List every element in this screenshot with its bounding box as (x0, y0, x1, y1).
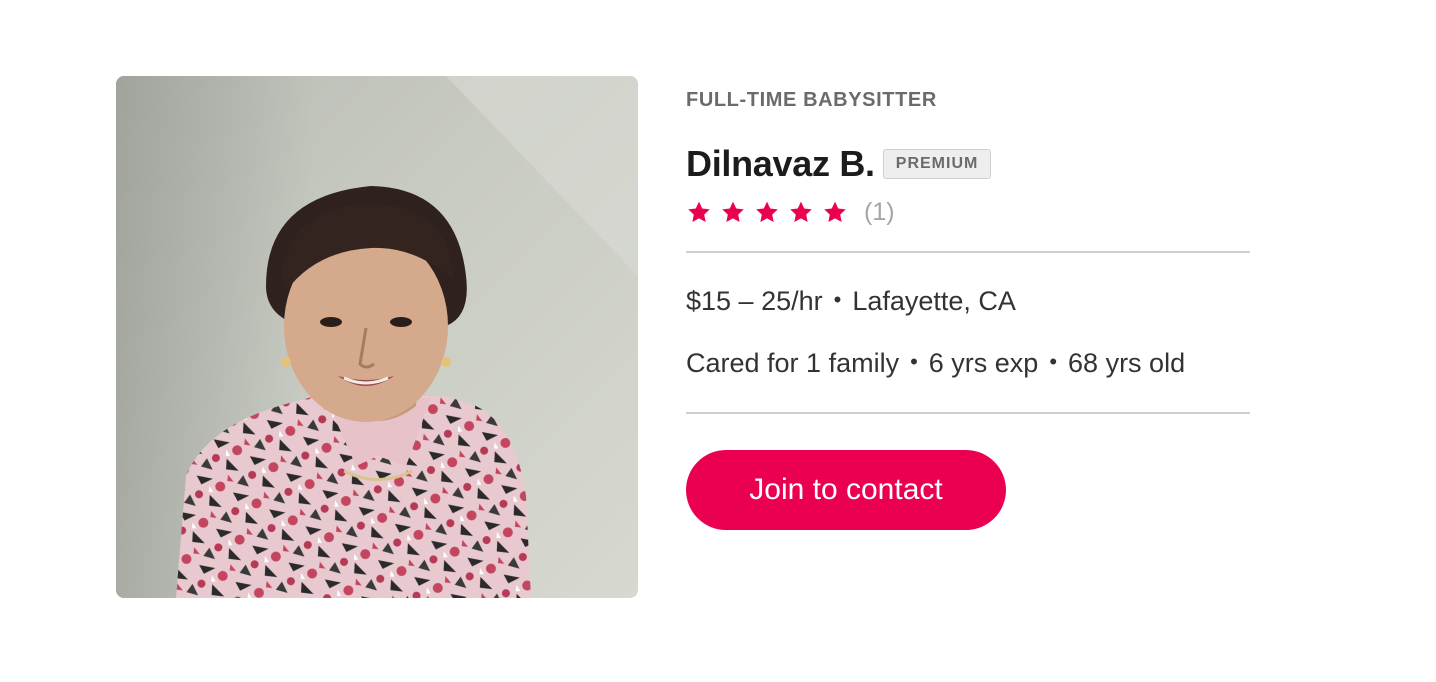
divider (686, 411, 1250, 414)
join-to-contact-button[interactable]: Join to contact (686, 449, 1006, 530)
star-icon (754, 196, 788, 228)
star-rating (686, 196, 856, 228)
star-icon (686, 196, 720, 228)
hourly-rate: $15 – 25/hr (686, 286, 823, 316)
rating[interactable]: (1) (686, 196, 1250, 228)
families-cared: Cared for 1 family (686, 347, 900, 378)
review-count[interactable]: (1) (864, 198, 895, 227)
caregiver-card: FULL-TIME BABYSITTER Dilnavaz B. PREMIUM (0, 0, 1436, 682)
age: 68 yrs old (1068, 347, 1186, 378)
profile-photo[interactable] (116, 76, 638, 598)
star-icon (788, 196, 822, 228)
divider (686, 251, 1250, 253)
caregiver-name[interactable]: Dilnavaz B. (686, 144, 875, 184)
rate-location-line: $15 – 25/hr • Lafayette, CA (686, 283, 1250, 321)
years-experience: 6 yrs exp (928, 347, 1039, 378)
separator-dot: • (910, 348, 918, 374)
star-icon (720, 196, 754, 228)
separator-dot: • (1049, 348, 1058, 374)
profile-info: FULL-TIME BABYSITTER Dilnavaz B. PREMIUM (686, 86, 1250, 530)
separator-dot: • (833, 286, 842, 312)
star-icon (822, 196, 856, 228)
name-row: Dilnavaz B. PREMIUM (686, 144, 1250, 184)
experience-line: Cared for 1 family • 6 yrs exp • 68 yrs old (686, 345, 1250, 383)
job-type-label: FULL-TIME BABYSITTER (686, 89, 937, 111)
location: Lafayette, CA (852, 286, 1016, 316)
premium-badge: PREMIUM (882, 149, 992, 179)
